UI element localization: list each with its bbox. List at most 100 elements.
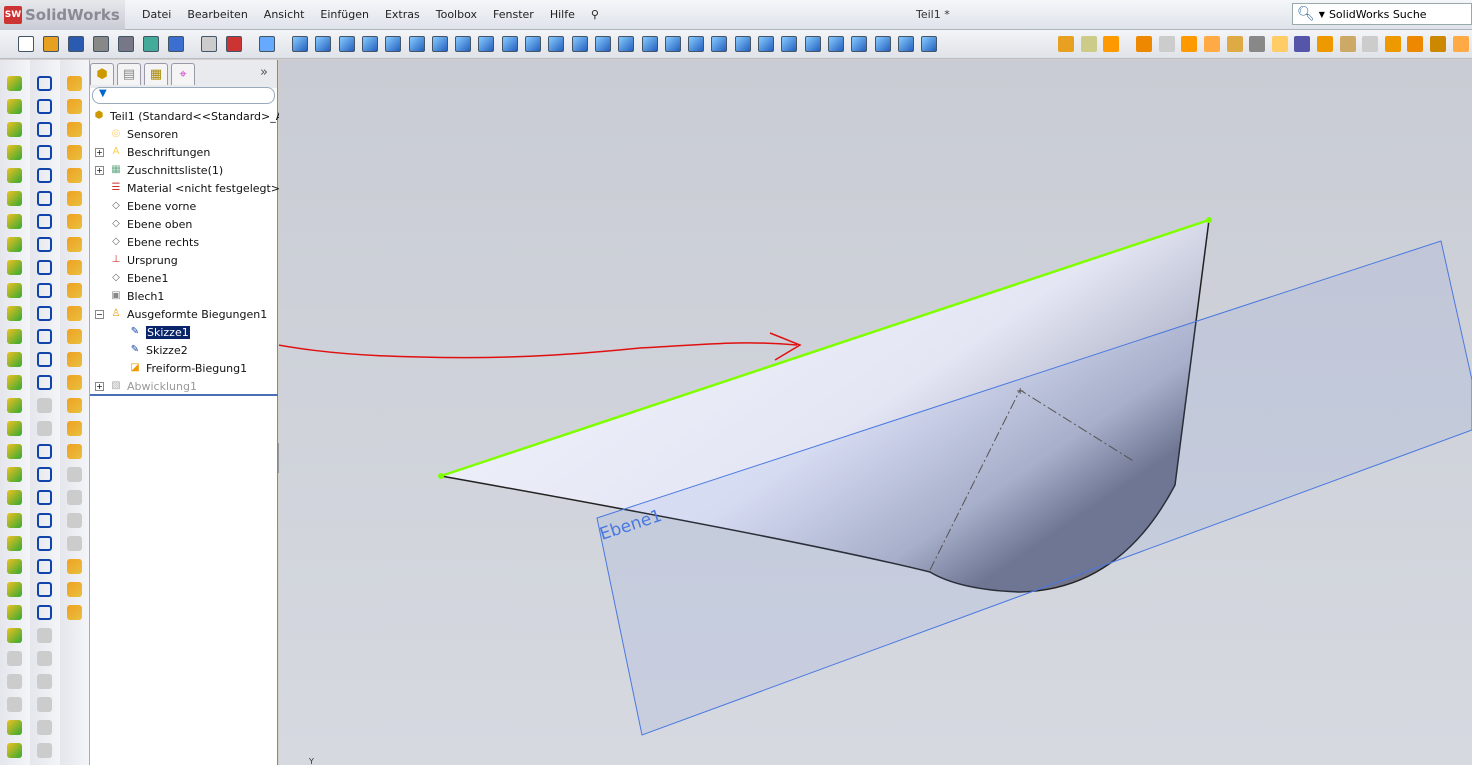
toolbar3-tool-9-icon[interactable] — [67, 260, 82, 275]
toolbar1-tool-13-icon[interactable] — [7, 352, 22, 367]
menu-bearbeiten[interactable]: Bearbeiten — [179, 8, 255, 21]
undo-icon[interactable] — [201, 36, 217, 52]
toolbar1-tool-26-icon[interactable] — [7, 651, 22, 666]
toolbar1-tool-30-icon[interactable] — [7, 743, 22, 758]
select-icon[interactable] — [292, 36, 308, 52]
view-back-icon[interactable] — [338, 36, 355, 52]
tree-item-ebene-vorne[interactable]: ◇ Ebene vorne — [109, 197, 196, 215]
tree-item-freiform-biegung1[interactable]: ◪ Freiform-Biegung1 — [128, 359, 247, 377]
graphics-area[interactable]: Ebene1 + Y — [279, 60, 1472, 765]
pan-icon[interactable] — [734, 36, 751, 52]
toolbar1-tool-4-icon[interactable] — [7, 145, 22, 160]
display-annotations-icon[interactable] — [874, 36, 891, 52]
toolbar2-tool-25-icon[interactable] — [37, 628, 52, 643]
toolbar2-tool-11-icon[interactable] — [37, 306, 52, 321]
sheetmetal-tool-8-icon[interactable] — [1226, 36, 1243, 52]
toolbar3-tool-6-icon[interactable] — [67, 191, 82, 206]
tree-item-blech1[interactable]: ▣ Blech1 — [109, 287, 164, 305]
sheetmetal-tool-5-icon[interactable] — [1158, 36, 1175, 52]
toolbar2-tool-14-icon[interactable] — [37, 375, 52, 390]
view-right-icon[interactable] — [385, 36, 402, 52]
view-trimetric-icon[interactable] — [478, 36, 495, 52]
menu-toolbox[interactable]: Toolbox — [428, 8, 485, 21]
view-left-icon[interactable] — [361, 36, 378, 52]
traffic-light-icon[interactable] — [259, 36, 275, 52]
sheetmetal-tool-1-icon[interactable] — [1058, 36, 1074, 52]
display-points-icon[interactable] — [897, 36, 914, 52]
tree-item-material-nicht-festgelegt-[interactable]: ☰ Material <nicht festgelegt> — [109, 179, 281, 197]
print-preview-icon[interactable] — [118, 36, 134, 52]
rotate-icon[interactable] — [711, 36, 728, 52]
toolbar2-tool-30-icon[interactable] — [37, 743, 52, 758]
tree-expand-toggle[interactable]: + — [95, 382, 104, 391]
toolbar3-tool-10-icon[interactable] — [67, 283, 82, 298]
toolbar2-tool-12-icon[interactable] — [37, 329, 52, 344]
toolbar2-tool-17-icon[interactable] — [37, 444, 52, 459]
toolbar2-tool-4-icon[interactable] — [37, 145, 52, 160]
view-bottom-icon[interactable] — [431, 36, 448, 52]
toolbar3-tool-17-icon[interactable] — [67, 444, 82, 459]
sheetmetal-tool-2-icon[interactable] — [1080, 36, 1097, 52]
redo-icon[interactable] — [226, 36, 242, 52]
toolbar2-tool-21-icon[interactable] — [37, 536, 52, 551]
toolbar3-tool-16-icon[interactable] — [67, 421, 82, 436]
toolbar2-tool-9-icon[interactable] — [37, 260, 52, 275]
rollback-bar[interactable] — [90, 394, 278, 396]
toolbar3-tool-14-icon[interactable] — [67, 375, 82, 390]
toolbar1-tool-11-icon[interactable] — [7, 306, 22, 321]
toolbar1-tool-28-icon[interactable] — [7, 697, 22, 712]
toolbar3-tool-12-icon[interactable] — [67, 329, 82, 344]
section-view-icon[interactable] — [618, 36, 635, 52]
sheetmetal-tool-14-icon[interactable] — [1362, 36, 1379, 52]
toolbar2-tool-15-icon[interactable] — [37, 398, 52, 413]
display-relations-icon[interactable] — [851, 36, 868, 52]
tree-item-sensoren[interactable]: ◎ Sensoren — [109, 125, 179, 143]
view-iso-icon[interactable] — [455, 36, 472, 52]
toolbar3-tool-11-icon[interactable] — [67, 306, 82, 321]
zoom-prev-icon[interactable] — [688, 36, 705, 52]
toolbar3-tool-22-icon[interactable] — [67, 559, 82, 574]
toolbar3-tool-8-icon[interactable] — [67, 237, 82, 252]
search-box[interactable]: 🔍︎ ▼ SolidWorks Suche — [1292, 3, 1472, 25]
menu-einfuegen[interactable]: Einfügen — [312, 8, 377, 21]
display-axes-icon[interactable] — [781, 36, 798, 52]
toolbar1-tool-9-icon[interactable] — [7, 260, 22, 275]
toolbar3-tool-1-icon[interactable] — [67, 76, 82, 91]
display-planes-icon[interactable] — [758, 36, 774, 52]
toolbar3-tool-23-icon[interactable] — [67, 582, 82, 597]
toolbar2-tool-8-icon[interactable] — [37, 237, 52, 252]
toolbar3-tool-19-icon[interactable] — [67, 490, 82, 505]
menu-fenster[interactable]: Fenster — [485, 8, 542, 21]
toolbar3-tool-5-icon[interactable] — [67, 168, 82, 183]
toolbar1-tool-16-icon[interactable] — [7, 421, 22, 436]
toolbar1-tool-1-icon[interactable] — [7, 76, 22, 91]
toolbar1-tool-8-icon[interactable] — [7, 237, 22, 252]
toolbar1-tool-15-icon[interactable] — [7, 398, 22, 413]
toolbar2-tool-26-icon[interactable] — [37, 651, 52, 666]
display-sketches-icon[interactable] — [827, 36, 844, 52]
toolbar2-tool-20-icon[interactable] — [37, 513, 52, 528]
toolbar3-tool-24-icon[interactable] — [67, 605, 82, 620]
toolbar2-tool-2-icon[interactable] — [37, 99, 52, 114]
sheetmetal-tool-15-icon[interactable] — [1384, 36, 1401, 52]
edge-endpoint[interactable] — [1206, 217, 1212, 223]
toolbar3-tool-3-icon[interactable] — [67, 122, 82, 137]
toolbar2-tool-24-icon[interactable] — [37, 605, 52, 620]
zoom-area-icon[interactable] — [664, 36, 681, 52]
pin-icon[interactable]: ⚲ — [583, 8, 607, 21]
sheetmetal-tool-9-icon[interactable] — [1249, 36, 1266, 52]
toolbar2-tool-22-icon[interactable] — [37, 559, 52, 574]
sheetmetal-tool-3-icon[interactable] — [1103, 36, 1120, 52]
tree-item-beschriftungen[interactable]: A Beschriftungen — [109, 143, 211, 161]
toolbar2-tool-3-icon[interactable] — [37, 122, 52, 137]
tree-item-ebene-oben[interactable]: ◇ Ebene oben — [109, 215, 192, 233]
shaded-edges-icon[interactable] — [548, 36, 565, 52]
toolbar1-tool-17-icon[interactable] — [7, 444, 22, 459]
search-icon[interactable]: 🔍︎ — [1297, 6, 1315, 22]
tree-expand-toggle[interactable]: + — [95, 148, 104, 157]
tree-root-part[interactable]: ⬢ Teil1 (Standard<<Standard>_Anz — [92, 107, 296, 125]
view-dimetric-icon[interactable] — [501, 36, 518, 52]
toolbar2-tool-7-icon[interactable] — [37, 214, 52, 229]
sheetmetal-tool-12-icon[interactable] — [1317, 36, 1333, 52]
sheetmetal-tool-6-icon[interactable] — [1181, 36, 1198, 52]
